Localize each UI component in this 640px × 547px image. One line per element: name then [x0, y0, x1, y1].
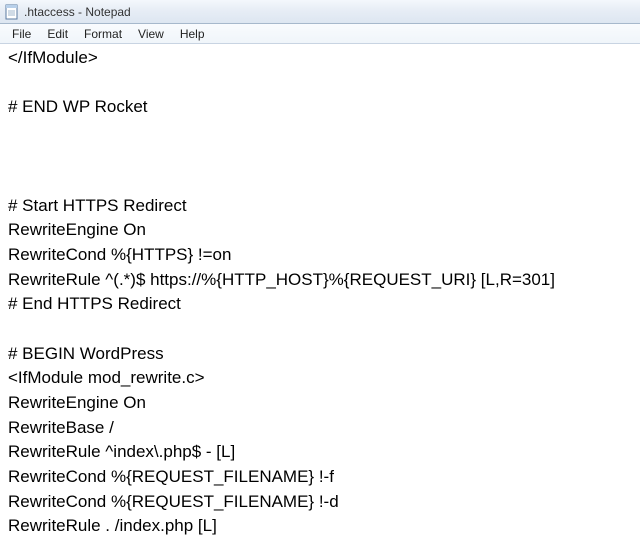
menu-view[interactable]: View [130, 26, 172, 42]
menu-format[interactable]: Format [76, 26, 130, 42]
notepad-icon [4, 4, 20, 20]
menu-edit[interactable]: Edit [39, 26, 76, 42]
menubar: File Edit Format View Help [0, 24, 640, 44]
titlebar: .htaccess - Notepad [0, 0, 640, 24]
menu-file[interactable]: File [4, 26, 39, 42]
menu-help[interactable]: Help [172, 26, 213, 42]
text-editor[interactable] [0, 44, 640, 542]
window-title: .htaccess - Notepad [24, 5, 636, 19]
